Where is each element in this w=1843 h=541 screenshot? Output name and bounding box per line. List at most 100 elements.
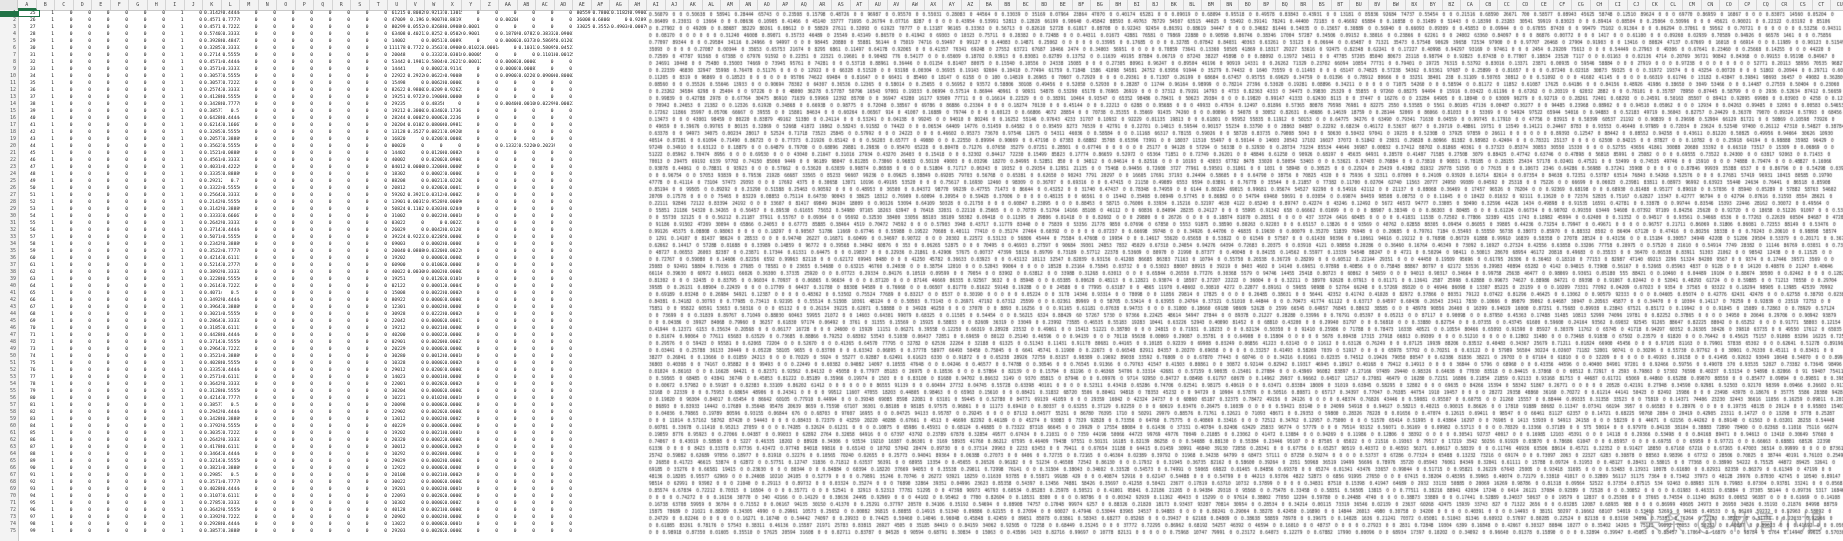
cell[interactable]: 0: [370, 311, 389, 318]
cell[interactable]: 28: [18, 31, 37, 38]
cell[interactable]: 0: [111, 10, 130, 17]
cell[interactable]: 0: [481, 430, 500, 437]
cell[interactable]: 1: [37, 206, 56, 213]
cell[interactable]: 0.00002: [444, 171, 463, 178]
cell[interactable]: 0.44444: [222, 115, 241, 122]
cell[interactable]: 0.00012: [462, 59, 481, 66]
cell[interactable]: 78: [18, 381, 37, 388]
cell[interactable]: 0: [370, 122, 389, 129]
cell[interactable]: 0: [259, 423, 278, 430]
cell[interactable]: 91: [18, 472, 37, 479]
cell[interactable]: 0: [518, 283, 537, 290]
cell[interactable]: 0: [148, 101, 167, 108]
cell[interactable]: 0: [314, 409, 333, 416]
column-header-o[interactable]: O: [277, 0, 296, 10]
cell[interactable]: 0.33333: [222, 31, 241, 38]
cell[interactable]: 0: [111, 437, 130, 444]
cell[interactable]: 0.77778: [222, 248, 241, 255]
cell[interactable]: 0: [351, 444, 370, 451]
cell[interactable]: 0: [185, 241, 204, 248]
cell[interactable]: 0: [259, 185, 278, 192]
cell[interactable]: 0: [74, 500, 93, 507]
cell[interactable]: 0.00213: [425, 178, 444, 185]
cell[interactable]: 0: [111, 52, 130, 59]
cell[interactable]: 1: [37, 80, 56, 87]
column-header-f[interactable]: F: [111, 0, 129, 10]
cell[interactable]: 32: [18, 59, 37, 66]
cell[interactable]: 1: [37, 150, 56, 157]
cell[interactable]: 0.55556: [222, 185, 241, 192]
cell[interactable]: 1: [166, 332, 185, 339]
cell[interactable]: 0: [555, 59, 574, 66]
cell[interactable]: 0: [240, 360, 259, 367]
cell[interactable]: 0: [111, 507, 130, 514]
cell[interactable]: 0: [536, 402, 555, 409]
cell[interactable]: 0: [74, 339, 93, 346]
cell[interactable]: 0: [185, 514, 204, 521]
cell[interactable]: 0: [499, 304, 518, 311]
column-header-x[interactable]: X: [444, 0, 462, 10]
cell[interactable]: 61215: [388, 10, 407, 17]
cell[interactable]: 0: [481, 507, 500, 514]
cell[interactable]: 0: [92, 493, 111, 500]
cell[interactable]: 0: [148, 171, 167, 178]
cell[interactable]: 0.55556: [222, 458, 241, 465]
cell[interactable]: 0: [536, 122, 555, 129]
cell[interactable]: 0.55556: [222, 73, 241, 80]
cell[interactable]: 0: [277, 304, 296, 311]
cell[interactable]: 0: [92, 507, 111, 514]
cell[interactable]: 0: [92, 227, 111, 234]
cell[interactable]: 0: [351, 465, 370, 472]
cell[interactable]: 0.00020: [425, 486, 444, 493]
cell[interactable]: 0: [92, 332, 111, 339]
row-header[interactable]: 43: [0, 304, 18, 311]
cell[interactable]: 0: [536, 528, 555, 535]
cell[interactable]: 0.00001: [444, 374, 463, 381]
row-header[interactable]: 26: [0, 185, 18, 192]
cell[interactable]: 0: [74, 164, 93, 171]
cell[interactable]: 0: [296, 444, 315, 451]
cell[interactable]: 73: [18, 346, 37, 353]
cell[interactable]: 1: [37, 143, 56, 150]
cell[interactable]: 0.77778: [222, 17, 241, 24]
cell[interactable]: 0: [240, 423, 259, 430]
cell[interactable]: 0: [499, 444, 518, 451]
cell[interactable]: 1: [37, 423, 56, 430]
column-header-bk[interactable]: BK: [1165, 0, 1184, 10]
cell[interactable]: 0: [370, 59, 389, 66]
cell[interactable]: 0: [518, 493, 537, 500]
cell[interactable]: 0: [111, 458, 130, 465]
cell[interactable]: 1: [166, 423, 185, 430]
row-header[interactable]: 38: [0, 269, 18, 276]
cell[interactable]: 0: [370, 17, 389, 24]
column-header-p[interactable]: P: [296, 0, 314, 10]
cell[interactable]: 0: [314, 185, 333, 192]
cell[interactable]: 0: [259, 269, 278, 276]
cell[interactable]: 0: [333, 17, 352, 24]
cell[interactable]: 0: [74, 304, 93, 311]
cell[interactable]: 0: [111, 241, 130, 248]
cell[interactable]: 19202: [388, 430, 407, 437]
cell[interactable]: 0: [555, 402, 574, 409]
cell[interactable]: 0: [499, 178, 518, 185]
cell[interactable]: 20098: [388, 402, 407, 409]
cell[interactable]: 0.92131: [425, 10, 444, 17]
cell[interactable]: 0: [536, 269, 555, 276]
column-header-aj[interactable]: AJ: [666, 0, 684, 10]
cell[interactable]: 0: [462, 283, 481, 290]
cell[interactable]: 0: [407, 276, 426, 283]
cell[interactable]: 0: [518, 388, 537, 395]
cell[interactable]: 0: [555, 136, 574, 143]
cell[interactable]: 0: [185, 262, 204, 269]
cell[interactable]: 0.68068: [592, 17, 611, 24]
cell[interactable]: 0: [351, 255, 370, 262]
cell[interactable]: 1: [37, 458, 56, 465]
cell[interactable]: 0: [111, 38, 130, 45]
cell[interactable]: 0: [240, 458, 259, 465]
cell[interactable]: 0: [240, 227, 259, 234]
cell[interactable]: 0: [185, 157, 204, 164]
cell[interactable]: 0: [536, 444, 555, 451]
cell[interactable]: 1: [37, 325, 56, 332]
cell[interactable]: 0: [462, 388, 481, 395]
cell[interactable]: 0: [259, 318, 278, 325]
